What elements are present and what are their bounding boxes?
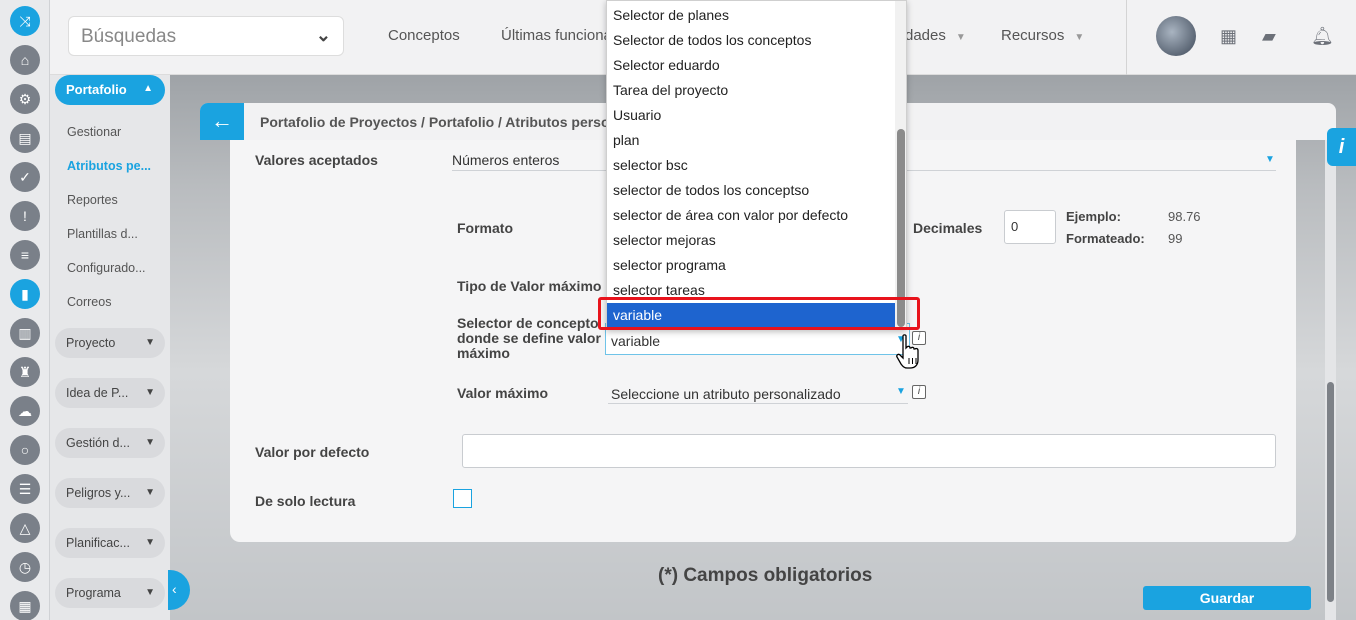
dropdown-option[interactable]: selector bsc <box>607 153 897 178</box>
dropdown-option[interactable]: Selector eduardo <box>607 53 897 78</box>
gantt-icon[interactable]: ☰ <box>10 474 40 504</box>
caret-down-icon: ▼ <box>145 487 155 498</box>
home-icon[interactable]: ⌂ <box>10 45 40 75</box>
accepted-values-label: Valores aceptados <box>255 152 378 168</box>
caret-up-icon: ▲ <box>143 83 153 94</box>
breadcrumb: Portafolio de Proyectos / Portafolio / A… <box>260 114 626 130</box>
settings-icon[interactable]: ⚙ <box>10 84 40 114</box>
sidebar-section-portafolio[interactable]: Portafolio ▲ <box>55 75 165 105</box>
max-value-label: Valor máximo <box>457 385 549 401</box>
readonly-label: De solo lectura <box>255 493 356 509</box>
caret-down-icon[interactable]: ▼ <box>896 386 906 397</box>
nav-dades[interactable]: dades ▼ <box>905 27 966 44</box>
default-value-input[interactable] <box>462 434 1276 468</box>
caret-down-icon: ▼ <box>145 387 155 398</box>
chart-icon[interactable]: ▥ <box>10 318 40 348</box>
sidebar-group-proyecto[interactable]: Proyecto ▼ <box>55 328 165 358</box>
network-icon[interactable]: △ <box>10 513 40 543</box>
dropdown-option[interactable]: plan <box>607 128 897 153</box>
dropdown-option[interactable]: Selector de todos los conceptos <box>607 28 897 53</box>
example-label: Ejemplo: <box>1066 209 1121 224</box>
sidebar-item-plantillas[interactable]: Plantillas d... <box>67 227 138 241</box>
dropdown-option[interactable]: selector programa <box>607 253 897 278</box>
info-icon[interactable]: i <box>912 385 926 399</box>
sidebar-group-programa[interactable]: Programa ▼ <box>55 578 165 608</box>
annotation-highlight-box <box>598 297 920 330</box>
sidebar-item-gestionar[interactable]: Gestionar <box>67 125 121 139</box>
readonly-checkbox[interactable] <box>453 489 472 508</box>
warning-icon[interactable]: ! <box>10 201 40 231</box>
info-tab[interactable]: i <box>1327 128 1356 166</box>
max-type-label: Tipo de Valor máximo <box>457 278 602 294</box>
dropdown-option[interactable]: Tarea del proyecto <box>607 78 897 103</box>
nav-conceptos[interactable]: Conceptos <box>388 27 460 44</box>
back-arrow-icon[interactable]: ← <box>200 103 244 140</box>
decimals-label: Decimales <box>913 220 983 236</box>
chess-icon[interactable]: ♜ <box>10 357 40 387</box>
format-label: Formato <box>457 220 513 236</box>
chevron-down-icon[interactable]: ⌄ <box>316 25 331 46</box>
dropdown-scrollbar[interactable] <box>895 1 906 329</box>
caret-down-icon: ▼ <box>955 32 966 43</box>
sidebar-group-peligros[interactable]: Peligros y... ▼ <box>55 478 165 508</box>
formatted-label: Formateado: <box>1066 231 1145 246</box>
calendar-icon[interactable]: ▦ <box>1220 26 1237 47</box>
nav-recursos[interactable]: Recursos ▼ <box>1001 27 1084 44</box>
accepted-values-select[interactable]: Números enteros <box>452 152 559 168</box>
map-icon[interactable]: ▰ <box>1262 26 1276 47</box>
dropdown-option[interactable]: selector de todos los conceptso <box>607 178 897 203</box>
cycle-icon[interactable]: ○ <box>10 435 40 465</box>
max-value-select[interactable]: Seleccione un atributo personalizado <box>611 386 841 402</box>
calendar-icon[interactable]: ▦ <box>10 591 40 620</box>
hand-cursor-icon <box>896 334 919 369</box>
concept-selector-dropdown[interactable]: Selector de planes Selector de todos los… <box>606 0 907 330</box>
sidebar-group-idea[interactable]: Idea de P... ▼ <box>55 378 165 408</box>
formatted-value: 99 <box>1168 231 1183 246</box>
sidebar-group-gestion[interactable]: Gestión d... ▼ <box>55 428 165 458</box>
collapse-sidebar-button[interactable]: ‹ <box>168 570 190 610</box>
selector-label: Selector de concepto donde se define val… <box>457 315 601 361</box>
documents-icon[interactable]: ▤ <box>10 123 40 153</box>
divider <box>1126 0 1127 75</box>
default-value-label: Valor por defecto <box>255 444 370 460</box>
dropdown-option[interactable]: Usuario <box>607 103 897 128</box>
save-button[interactable]: Guardar <box>1143 586 1311 610</box>
sidebar-group-planificacion[interactable]: Planificac... ▼ <box>55 528 165 558</box>
icon-rail: ⤨ ⌂ ⚙ ▤ ✓ ! ≡ ▮ ▥ ♜ ☁ ○ ☰ △ ◷ ▦ <box>0 0 50 620</box>
page-scrollbar[interactable] <box>1325 140 1336 620</box>
nav-ultimas-funciones[interactable]: Últimas funciona <box>501 27 612 44</box>
caret-down-icon: ▼ <box>145 587 155 598</box>
select-underline <box>608 403 908 404</box>
portfolio-icon[interactable]: ▮ <box>10 279 40 309</box>
decimals-input[interactable]: 0 <box>1004 210 1056 244</box>
clock-icon[interactable]: ◷ <box>10 552 40 582</box>
required-note: (*) Campos obligatorios <box>658 565 873 586</box>
list-icon[interactable]: ≡ <box>10 240 40 270</box>
sidebar-item-reportes[interactable]: Reportes <box>67 193 118 207</box>
caret-down-icon[interactable]: ▼ <box>1265 154 1275 165</box>
check-icon[interactable]: ✓ <box>10 162 40 192</box>
caret-down-icon: ▼ <box>1074 32 1085 43</box>
shuffle-icon[interactable]: ⤨ <box>10 6 40 36</box>
caret-down-icon: ▼ <box>145 337 155 348</box>
sidebar-item-atributos[interactable]: Atributos pe... <box>67 159 151 173</box>
sidebar: Portafolio ▲ Gestionar Atributos pe... Re… <box>50 75 170 620</box>
example-value: 98.76 <box>1168 209 1201 224</box>
cloud-icon[interactable]: ☁ <box>10 396 40 426</box>
scrollbar-thumb[interactable] <box>1327 382 1334 602</box>
caret-down-icon: ▼ <box>145 537 155 548</box>
caret-down-icon: ▼ <box>145 437 155 448</box>
sidebar-item-correos[interactable]: Correos <box>67 295 111 309</box>
search-input[interactable]: Búsquedas ⌄ <box>68 16 344 56</box>
dropdown-option[interactable]: selector mejoras <box>607 228 897 253</box>
dropdown-option[interactable]: selector de área con valor por defecto <box>607 203 897 228</box>
dropdown-option[interactable]: Selector de planes <box>607 3 897 28</box>
bell-icon[interactable]: 🔔︎ <box>1311 26 1334 47</box>
sidebar-item-configurador[interactable]: Configurado... <box>67 261 146 275</box>
avatar[interactable] <box>1156 16 1196 56</box>
